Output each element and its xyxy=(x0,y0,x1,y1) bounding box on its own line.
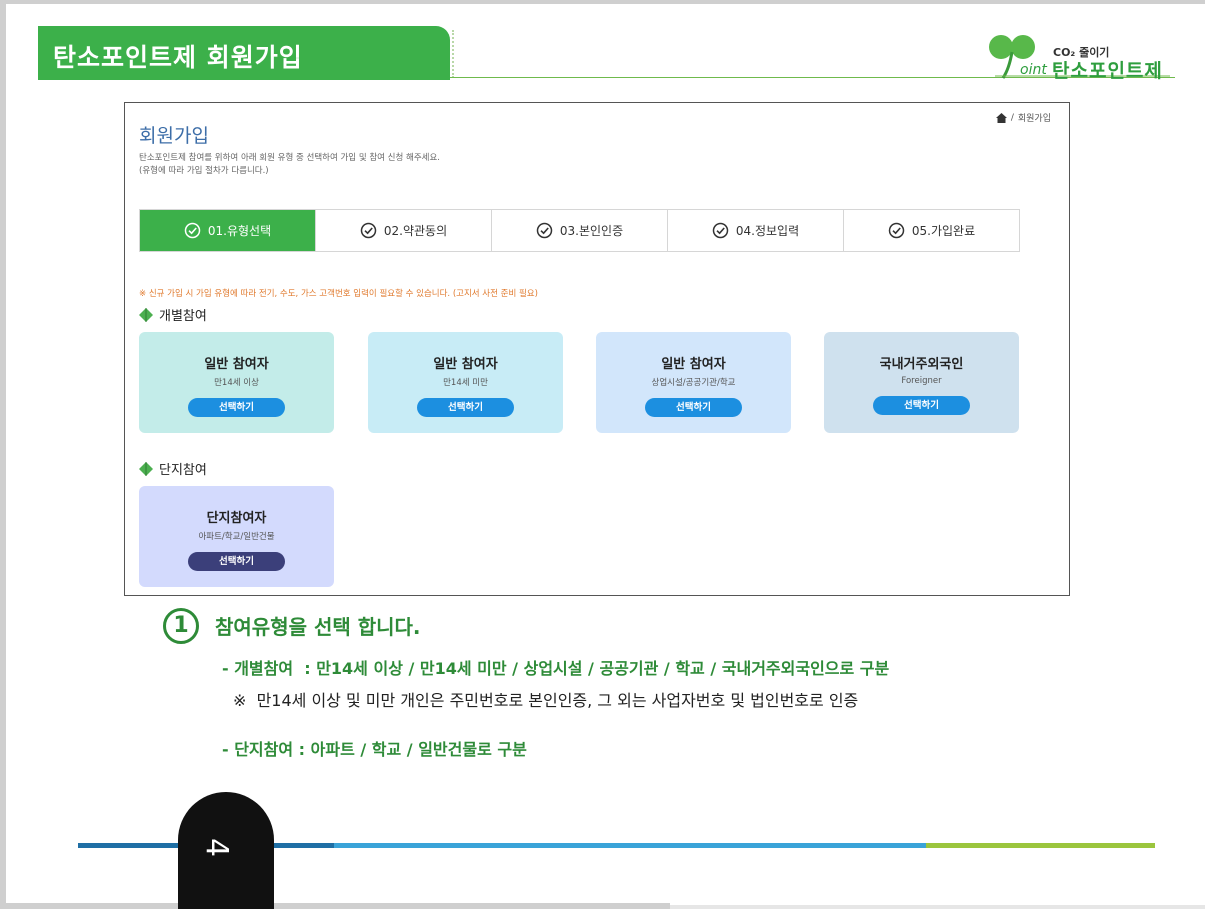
slide-title: 탄소포인트제 회원가입 xyxy=(53,43,303,72)
notice-text: ※ 신규 가입 시 가입 유형에 따라 전기, 수도, 가스 고객번호 입력이 … xyxy=(139,289,538,299)
description-line-2: (유형에 따라 가입 절차가 다릅니다.) xyxy=(139,166,269,176)
step-3: 03.본인인증 xyxy=(492,210,668,251)
card-subtitle: 상업시설/공공기관/학교 xyxy=(651,378,736,388)
explain-complex: - 단지참여 : 아파트 / 학교 / 일반건물로 구분 xyxy=(222,740,527,759)
check-circle-icon xyxy=(888,222,905,239)
step-label: 03.본인인증 xyxy=(559,224,624,238)
card-title: 일반 참여자 xyxy=(433,357,498,372)
step-1: 01.유형선택 xyxy=(140,210,316,251)
card-foreigner: 국내거주외국인 Foreigner 선택하기 xyxy=(824,332,1019,433)
footer-bar-lightblue xyxy=(334,843,926,848)
card-subtitle: 만14세 미만 xyxy=(443,378,488,388)
logo-name: 탄소포인트제 xyxy=(1052,60,1163,82)
section-individual-title: 개별참여 xyxy=(159,309,207,324)
select-button-business[interactable]: 선택하기 xyxy=(645,398,742,417)
select-button-complex[interactable]: 선택하기 xyxy=(188,552,285,571)
home-icon[interactable] xyxy=(995,112,1007,123)
step-5: 05.가입완료 xyxy=(844,210,1019,251)
title-tab-shadow xyxy=(448,30,454,78)
card-subtitle: 만14세 이상 xyxy=(214,378,259,388)
page-heading: 회원가입 xyxy=(139,125,209,147)
step-label: 04.정보입력 xyxy=(735,224,800,238)
check-circle-icon xyxy=(360,222,377,239)
card-over14: 일반 참여자 만14세 이상 선택하기 xyxy=(139,332,334,433)
explain-individual: - 개별참여 : 만14세 이상 / 만14세 미만 / 상업시설 / 공공기관… xyxy=(222,659,890,678)
leaf-icon xyxy=(139,307,153,322)
frame-bottom xyxy=(0,903,670,909)
description-line-1: 탄소포인트제 참여를 위하여 아래 회원 유형 중 선택하여 가입 및 참여 신… xyxy=(139,153,441,163)
explain-note: ※ 만14세 이상 및 미만 개인은 주민번호로 본인인증, 그 외는 사업자번… xyxy=(233,691,859,710)
card-title: 일반 참여자 xyxy=(204,357,269,372)
explain-title: 참여유형을 선택 합니다. xyxy=(215,615,421,639)
page-description: 탄소포인트제 참여를 위하여 아래 회원 유형 중 선택하여 가입 및 참여 신… xyxy=(139,152,440,178)
card-subtitle: 아파트/학교/일반건물 xyxy=(198,532,275,542)
check-circle-icon xyxy=(536,222,553,239)
page-number: 4 xyxy=(199,837,235,858)
select-button-under14[interactable]: 선택하기 xyxy=(417,398,514,417)
step-4: 04.정보입력 xyxy=(668,210,844,251)
header-underline-green xyxy=(38,78,450,80)
step-label: 02.약관동의 xyxy=(383,224,448,238)
step-progress: 01.유형선택 02.약관동의 03.본인인증 04.정보입력 05.가입완료 xyxy=(139,209,1020,252)
check-circle-icon xyxy=(712,222,729,239)
select-button-over14[interactable]: 선택하기 xyxy=(188,398,285,417)
frame-top xyxy=(0,0,1205,4)
logo-oint: oint xyxy=(1020,62,1047,78)
step-label: 05.가입완료 xyxy=(911,224,976,238)
section-complex: 단지참여 xyxy=(139,459,207,478)
signup-screenshot: / 회원가입 회원가입 탄소포인트제 참여를 위하여 아래 회원 유형 중 선택… xyxy=(124,102,1070,596)
breadcrumb-separator: / xyxy=(1010,112,1014,123)
breadcrumb-current: 회원가입 xyxy=(1017,114,1051,124)
frame-left xyxy=(0,0,6,909)
card-business: 일반 참여자 상업시설/공공기관/학교 선택하기 xyxy=(596,332,791,433)
step-label: 01.유형선택 xyxy=(207,224,272,238)
card-title: 국내거주외국인 xyxy=(879,357,964,372)
frame-bottom-right xyxy=(670,905,1205,909)
select-button-foreigner[interactable]: 선택하기 xyxy=(873,396,970,415)
step-2: 02.약관동의 xyxy=(316,210,492,251)
section-complex-title: 단지참여 xyxy=(159,463,207,478)
card-title: 단지참여자 xyxy=(206,511,267,526)
card-title: 일반 참여자 xyxy=(661,357,726,372)
step-number-badge: 1 xyxy=(163,608,199,644)
section-individual: 개별참여 xyxy=(139,305,207,324)
breadcrumb: / 회원가입 xyxy=(995,111,1051,124)
card-complex: 단지참여자 아파트/학교/일반건물 선택하기 xyxy=(139,486,334,587)
check-circle-icon xyxy=(184,222,201,239)
footer-bar-green xyxy=(926,843,1155,848)
card-subtitle: Foreigner xyxy=(901,376,942,386)
card-under14: 일반 참여자 만14세 미만 선택하기 xyxy=(368,332,563,433)
leaf-icon xyxy=(139,461,153,476)
